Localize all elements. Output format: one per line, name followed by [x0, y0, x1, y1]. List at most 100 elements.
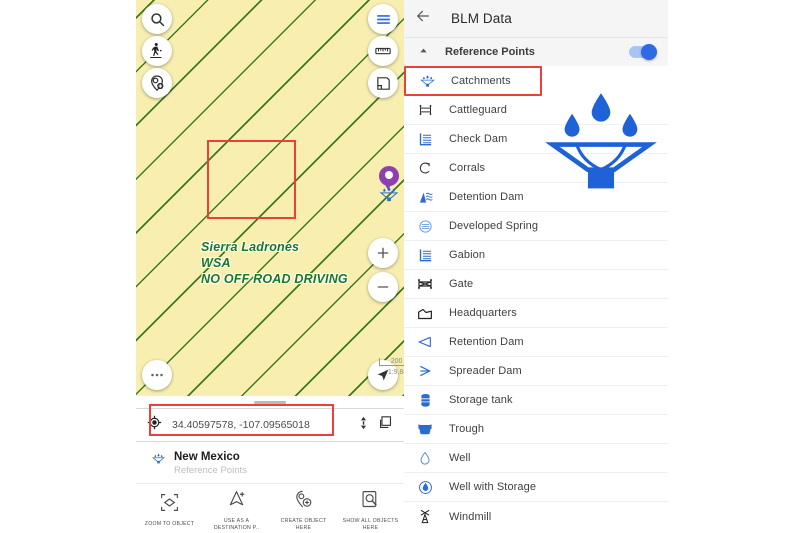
- zoom-to-object-button[interactable]: ZOOM TO OBJECT: [136, 484, 203, 533]
- more-options-button[interactable]: [142, 360, 172, 390]
- list-item-label: Corrals: [449, 162, 486, 174]
- list-item-label: Gate: [449, 278, 474, 290]
- list-item-label: Developed Spring: [449, 220, 539, 232]
- scale-ratio: 1:9,842: [387, 369, 404, 376]
- page-title: BLM Data: [451, 11, 512, 26]
- list-item-well-with-storage[interactable]: Well with Storage: [404, 473, 668, 502]
- list-item-label: Well: [449, 452, 471, 464]
- list-item-retention-dam[interactable]: Retention Dam: [404, 328, 668, 357]
- well-with-storage-icon: [414, 480, 436, 495]
- object-summary-row[interactable]: New Mexico Reference Points: [136, 442, 404, 477]
- action-label-0: ZOOM TO OBJECT: [144, 521, 195, 528]
- blm-data-panel: BLM Data Reference Points Catchments Cat…: [404, 0, 668, 533]
- map-panel: Sierra Ladrones WSA NO OFF ROAD DRIVING …: [136, 0, 404, 533]
- cattleguard-icon: [414, 103, 436, 117]
- zoom-to-object-icon: [159, 492, 180, 518]
- show-all-objects-button[interactable]: SHOW ALL OBJECTS HERE: [337, 484, 404, 533]
- list-item-gate[interactable]: Gate: [404, 270, 668, 299]
- catchment-icon-small: [152, 450, 165, 470]
- list-item-label: Trough: [449, 423, 485, 435]
- sort-toggle-icon[interactable]: [350, 416, 377, 435]
- list-item-label: Spreader Dam: [449, 365, 522, 377]
- catchment-icon: [416, 74, 438, 88]
- measure-button[interactable]: [368, 36, 398, 66]
- map-label-0: Sierra Ladrones: [201, 240, 300, 254]
- list-item-label: Gabion: [449, 249, 486, 261]
- map-canvas[interactable]: Sierra Ladrones WSA NO OFF ROAD DRIVING …: [136, 0, 404, 396]
- object-subtitle: Reference Points: [174, 465, 247, 476]
- layers-button[interactable]: [368, 68, 398, 98]
- windmill-icon: [414, 509, 436, 524]
- menu-button[interactable]: [368, 4, 398, 34]
- chevron-up-icon[interactable]: [418, 43, 429, 61]
- list-item-label: Catchments: [451, 75, 511, 87]
- retention-dam-icon: [414, 335, 436, 349]
- action-label-2: CREATE OBJECT HERE: [280, 518, 327, 531]
- list-item-label: Detention Dam: [449, 191, 524, 203]
- pedestrian-navigation-icon: [148, 42, 166, 60]
- list-item-windmill[interactable]: Windmill: [404, 502, 668, 531]
- trough-icon: [414, 422, 436, 436]
- ellipsis-icon: [148, 366, 166, 384]
- list-item-label: Check Dam: [449, 133, 508, 145]
- detention-dam-icon: [414, 190, 436, 204]
- selected-catchment-marker[interactable]: [379, 166, 399, 202]
- object-info-sheet: 34.40597578, -107.09565018 New Mexico Re…: [136, 396, 404, 533]
- storage-tank-icon: [414, 393, 436, 408]
- search-button[interactable]: [142, 4, 172, 34]
- spreader-dam-icon: [414, 364, 436, 378]
- corrals-icon: [414, 161, 436, 175]
- list-item-label: Windmill: [449, 510, 492, 523]
- check-dam-icon: [414, 132, 436, 146]
- list-item-label: Cattleguard: [449, 104, 507, 116]
- pedestrian-navigation-button[interactable]: [142, 36, 172, 66]
- group-row-reference-points[interactable]: Reference Points: [404, 38, 668, 66]
- copy-icon[interactable]: [377, 414, 394, 436]
- list-item-catchments[interactable]: Catchments: [404, 66, 542, 96]
- zoom-in-button[interactable]: [368, 238, 398, 268]
- plus-icon: [375, 245, 391, 261]
- search-icon: [149, 11, 166, 28]
- group-label: Reference Points: [445, 46, 535, 58]
- list-item-storage-tank[interactable]: Storage tank: [404, 386, 668, 415]
- list-item-well[interactable]: Well: [404, 444, 668, 473]
- destination-point-icon: [226, 489, 247, 515]
- blm-header: BLM Data: [404, 0, 668, 37]
- map-label-2: NO OFF ROAD DRIVING: [201, 272, 348, 286]
- layers-icon: [375, 75, 392, 92]
- coordinate-row[interactable]: 34.40597578, -107.09565018: [136, 408, 404, 442]
- map-label-1: WSA: [201, 256, 231, 270]
- list-item-headquarters[interactable]: Headquarters: [404, 299, 668, 328]
- zoom-out-button[interactable]: [368, 272, 398, 302]
- minus-icon: [375, 279, 391, 295]
- use-as-destination-button[interactable]: USE AS A DESTINATION P..: [203, 484, 270, 533]
- catchment-illustration: [545, 82, 657, 194]
- well-icon: [414, 451, 436, 466]
- add-location-button[interactable]: [142, 68, 172, 98]
- sheet-drag-handle[interactable]: [254, 401, 286, 404]
- object-title: New Mexico: [174, 451, 240, 463]
- action-label-1: USE AS A DESTINATION P..: [213, 518, 260, 531]
- back-arrow-icon[interactable]: [415, 8, 431, 29]
- object-action-bar: ZOOM TO OBJECT USE AS A DESTINATION P..: [136, 483, 404, 533]
- list-item-gabion[interactable]: Gabion: [404, 241, 668, 270]
- create-object-button[interactable]: CREATE OBJECT HERE: [270, 484, 337, 533]
- map-scale-bar: 200 ft 1:9,842: [379, 358, 404, 376]
- gate-icon: [414, 277, 436, 291]
- annotation-box-map-pin: [207, 140, 296, 219]
- list-item-label: Retention Dam: [449, 336, 524, 348]
- list-item-label: Headquarters: [449, 307, 517, 319]
- headquarters-icon: [414, 307, 436, 320]
- group-toggle-switch[interactable]: [629, 44, 657, 60]
- ruler-icon: [374, 42, 392, 60]
- show-all-objects-icon: [360, 489, 381, 515]
- gabion-icon: [414, 248, 436, 262]
- list-item-developed-spring[interactable]: Developed Spring: [404, 212, 668, 241]
- developed-spring-icon: [414, 219, 436, 234]
- hamburger-menu-icon: [375, 11, 392, 28]
- catchment-icon: [379, 186, 399, 202]
- list-item-trough[interactable]: Trough: [404, 415, 668, 444]
- action-label-3: SHOW ALL OBJECTS HERE: [342, 518, 399, 531]
- list-item-spreader-dam[interactable]: Spreader Dam: [404, 357, 668, 386]
- target-crosshair-icon: [146, 414, 163, 436]
